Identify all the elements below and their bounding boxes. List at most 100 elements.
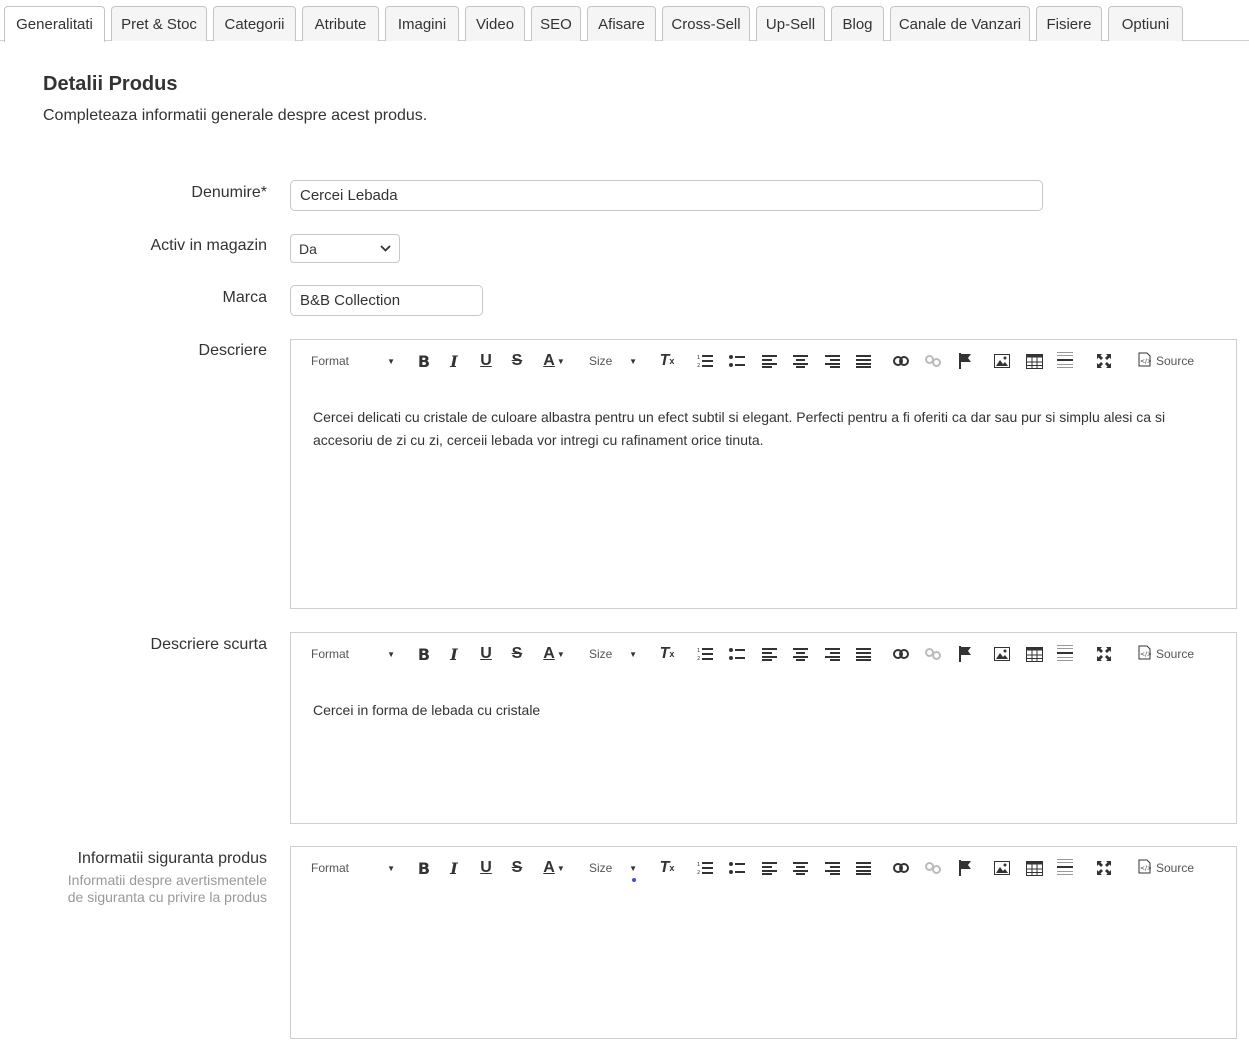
size-dropdown[interactable]: Size ▼ bbox=[589, 350, 637, 372]
source-icon: </> bbox=[1138, 859, 1152, 877]
strikethrough-icon[interactable]: S bbox=[506, 643, 528, 665]
justify-icon[interactable] bbox=[852, 643, 874, 665]
tab-imagini[interactable]: Imagini bbox=[385, 6, 459, 41]
italic-icon[interactable]: I bbox=[443, 350, 465, 372]
bulleted-list-icon[interactable] bbox=[726, 643, 748, 665]
format-dropdown[interactable]: Format ▼ bbox=[311, 643, 395, 665]
remove-format-icon[interactable]: Tx bbox=[656, 857, 678, 879]
tab-atribute[interactable]: Atribute bbox=[302, 6, 379, 41]
safety-info-content[interactable] bbox=[291, 889, 1236, 923]
tab-blog[interactable]: Blog bbox=[831, 6, 884, 41]
horizontal-line-icon[interactable] bbox=[1054, 857, 1076, 879]
link-icon[interactable] bbox=[890, 350, 912, 372]
description-label: Descriere bbox=[198, 342, 267, 359]
name-label: Denumire* bbox=[191, 184, 267, 201]
image-icon[interactable] bbox=[991, 350, 1013, 372]
maximize-icon[interactable] bbox=[1093, 350, 1115, 372]
safety-info-help: Informatii despre avertismentele de sigu… bbox=[67, 872, 267, 905]
align-center-icon[interactable] bbox=[789, 857, 811, 879]
tab-generalitati[interactable]: Generalitati bbox=[4, 6, 105, 42]
tab-pret-stoc[interactable]: Pret & Stoc bbox=[111, 6, 207, 41]
unlink-icon[interactable] bbox=[922, 857, 944, 879]
dropdown-arrow-icon: ▼ bbox=[387, 649, 395, 659]
tab-fisiere[interactable]: Fisiere bbox=[1036, 6, 1102, 41]
link-icon[interactable] bbox=[890, 857, 912, 879]
remove-format-icon[interactable]: Tx bbox=[656, 350, 678, 372]
underline-icon[interactable]: U bbox=[475, 857, 497, 879]
align-center-icon[interactable] bbox=[789, 350, 811, 372]
name-input[interactable] bbox=[290, 180, 1043, 211]
tab-optiuni[interactable]: Optiuni bbox=[1108, 6, 1183, 41]
table-icon[interactable] bbox=[1023, 643, 1045, 665]
numbered-list-icon[interactable]: 12 bbox=[694, 857, 716, 879]
safety-info-editor[interactable]: Format ▼ B I U S A ▼ Size ▼ Tx 12 </> So… bbox=[290, 846, 1237, 1039]
bold-icon[interactable]: B bbox=[413, 857, 435, 879]
svg-text:1: 1 bbox=[697, 862, 700, 868]
cursor-dot bbox=[632, 878, 636, 882]
bold-icon[interactable]: B bbox=[413, 643, 435, 665]
anchor-icon[interactable] bbox=[954, 857, 976, 879]
brand-input[interactable] bbox=[290, 285, 483, 316]
source-button[interactable]: </> Source bbox=[1134, 350, 1198, 372]
align-right-icon[interactable] bbox=[821, 643, 843, 665]
align-center-icon[interactable] bbox=[789, 643, 811, 665]
size-dropdown[interactable]: Size ▼ bbox=[589, 857, 637, 879]
remove-format-icon[interactable]: Tx bbox=[656, 643, 678, 665]
strikethrough-icon[interactable]: S bbox=[506, 857, 528, 879]
align-left-icon[interactable] bbox=[758, 350, 780, 372]
size-dropdown[interactable]: Size ▼ bbox=[589, 643, 637, 665]
horizontal-line-icon[interactable] bbox=[1054, 350, 1076, 372]
tab-up-sell[interactable]: Up-Sell bbox=[756, 6, 825, 41]
italic-icon[interactable]: I bbox=[443, 643, 465, 665]
underline-icon[interactable]: U bbox=[475, 643, 497, 665]
svg-text:1: 1 bbox=[697, 648, 700, 654]
horizontal-line-icon[interactable] bbox=[1054, 643, 1076, 665]
active-select[interactable]: Da bbox=[290, 234, 400, 263]
brand-label: Marca bbox=[222, 289, 267, 306]
source-button[interactable]: </> Source bbox=[1134, 643, 1198, 665]
description-editor[interactable]: Format ▼ B I U S A ▼ Size ▼ Tx 12 </> So… bbox=[290, 339, 1237, 609]
format-dropdown[interactable]: Format ▼ bbox=[311, 350, 395, 372]
tab-seo[interactable]: SEO bbox=[531, 6, 581, 41]
strikethrough-icon[interactable]: S bbox=[506, 350, 528, 372]
table-icon[interactable] bbox=[1023, 857, 1045, 879]
tab-video[interactable]: Video bbox=[465, 6, 525, 41]
tab-categorii[interactable]: Categorii bbox=[213, 6, 296, 41]
align-right-icon[interactable] bbox=[821, 350, 843, 372]
link-icon[interactable] bbox=[890, 643, 912, 665]
align-right-icon[interactable] bbox=[821, 857, 843, 879]
format-dropdown[interactable]: Format ▼ bbox=[311, 857, 395, 879]
bold-icon[interactable]: B bbox=[413, 350, 435, 372]
maximize-icon[interactable] bbox=[1093, 857, 1115, 879]
source-button[interactable]: </> Source bbox=[1134, 857, 1198, 879]
section-title: Detalii Produs bbox=[43, 73, 178, 95]
bulleted-list-icon[interactable] bbox=[726, 857, 748, 879]
text-color-icon[interactable]: A ▼ bbox=[540, 350, 568, 372]
justify-icon[interactable] bbox=[852, 857, 874, 879]
section-subtitle: Completeaza informatii generale despre a… bbox=[43, 107, 428, 124]
underline-icon[interactable]: U bbox=[475, 350, 497, 372]
numbered-list-icon[interactable]: 12 bbox=[694, 643, 716, 665]
align-left-icon[interactable] bbox=[758, 857, 780, 879]
anchor-icon[interactable] bbox=[954, 350, 976, 372]
unlink-icon[interactable] bbox=[922, 643, 944, 665]
tab-canale-de-vanzari[interactable]: Canale de Vanzari bbox=[890, 6, 1030, 41]
italic-icon[interactable]: I bbox=[443, 857, 465, 879]
image-icon[interactable] bbox=[991, 857, 1013, 879]
text-color-icon[interactable]: A ▼ bbox=[540, 857, 568, 879]
maximize-icon[interactable] bbox=[1093, 643, 1115, 665]
text-color-icon[interactable]: A ▼ bbox=[540, 643, 568, 665]
image-icon[interactable] bbox=[991, 643, 1013, 665]
anchor-icon[interactable] bbox=[954, 643, 976, 665]
description-content[interactable]: Cercei delicati cu cristale de culoare a… bbox=[291, 382, 1236, 462]
align-left-icon[interactable] bbox=[758, 643, 780, 665]
short-description-content[interactable]: Cercei in forma de lebada cu cristale bbox=[291, 675, 1236, 732]
unlink-icon[interactable] bbox=[922, 350, 944, 372]
tab-cross-sell[interactable]: Cross-Sell bbox=[662, 6, 750, 41]
justify-icon[interactable] bbox=[852, 350, 874, 372]
table-icon[interactable] bbox=[1023, 350, 1045, 372]
short-description-editor[interactable]: Format ▼ B I U S A ▼ Size ▼ Tx 12 </> So… bbox=[290, 632, 1237, 824]
bulleted-list-icon[interactable] bbox=[726, 350, 748, 372]
numbered-list-icon[interactable]: 12 bbox=[694, 350, 716, 372]
tab-afisare[interactable]: Afisare bbox=[587, 6, 656, 41]
